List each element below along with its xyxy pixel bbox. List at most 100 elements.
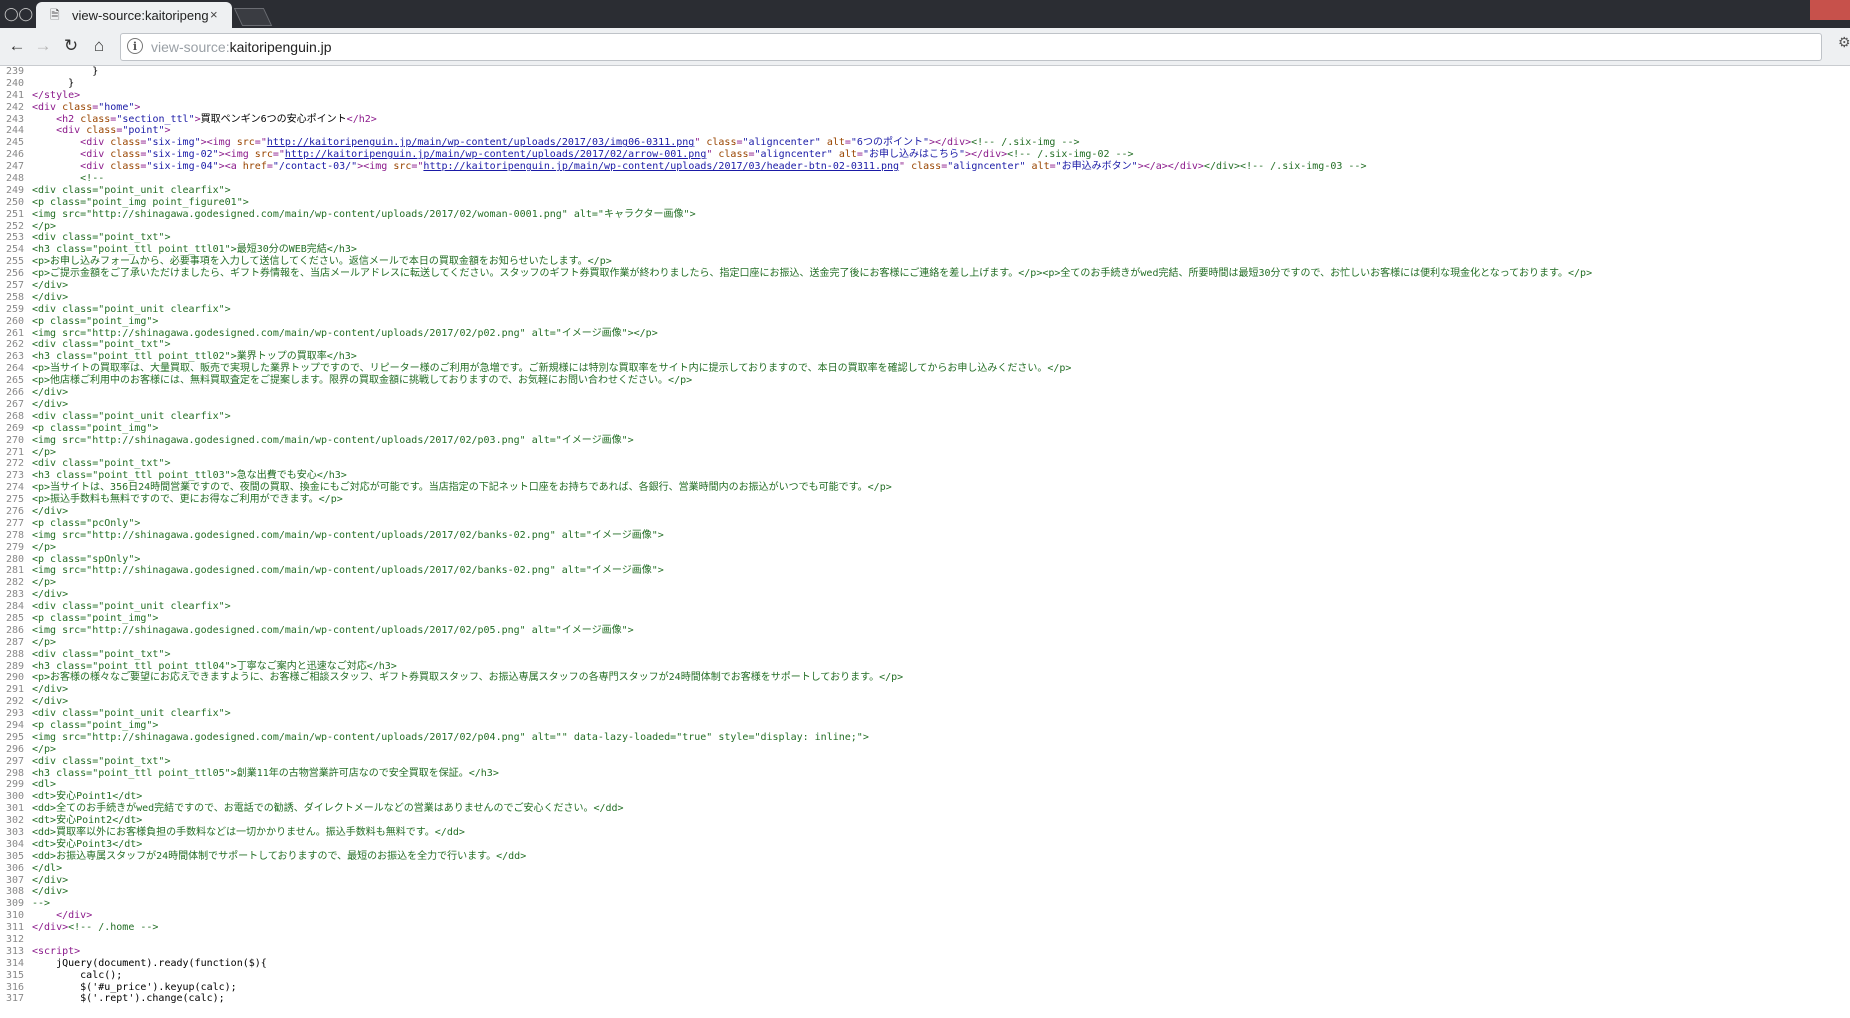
source-line: 307 </div> xyxy=(0,875,1850,887)
window-close-button[interactable] xyxy=(1810,0,1850,20)
line-code: <div class="point_txt"> xyxy=(32,756,170,768)
source-line: 273 <h3 class="point_ttl point_ttl03">急な出… xyxy=(0,470,1850,482)
line-number: 256 xyxy=(5,268,24,280)
source-link[interactable]: http://kaitoripenguin.jp/main/wp-content… xyxy=(423,161,899,172)
code-token: =" xyxy=(254,137,267,149)
line-code: </p> xyxy=(32,577,56,589)
line-number: 249 xyxy=(5,184,24,196)
code-token: "/contact-03/" xyxy=(272,161,358,173)
tab-close-icon[interactable]: × xyxy=(210,7,218,23)
source-line: 243 <h2 class="section_ttl">買取ペンギン6つの安心ポ… xyxy=(0,114,1850,126)
gear-icon[interactable]: ⚙ xyxy=(1838,34,1850,51)
line-code: </div> xyxy=(32,292,68,304)
code-token: <h2 xyxy=(56,113,81,125)
line-number: 300 xyxy=(5,791,24,803)
source-line: 302 <dt>安心Point2</dt> xyxy=(0,815,1850,827)
tab-view-source[interactable]: 🗎 view-source:kaitoripenguin.jp × xyxy=(36,2,232,28)
code-token: "6つのポイント" xyxy=(850,137,929,149)
code-token: <dt>安心Point3</dt> xyxy=(32,838,143,850)
code-token: <h3 class="point_ttl point_ttl04">丁寧なご案内… xyxy=(32,660,397,672)
home-icon[interactable]: ⌂ xyxy=(88,36,110,56)
address-bar[interactable]: i view-source:kaitoripenguin.jp xyxy=(120,33,1822,61)
code-token: class xyxy=(110,137,141,149)
code-token: <p>お客様の様々なご要望にお応えできますように、お客様ご相談スタッフ、ギフト券… xyxy=(32,672,904,684)
line-code: <img src="http://shinagawa.godesigned.co… xyxy=(32,435,634,447)
source-line: 280 <p class="spOnly"> xyxy=(0,554,1850,566)
code-token: <p class="pcOnly"> xyxy=(32,517,141,529)
source-link[interactable]: http://kaitoripenguin.jp/main/wp-content… xyxy=(267,137,694,148)
code-token: "お申込みボタン" xyxy=(1055,161,1138,173)
code-token: alt xyxy=(1031,161,1050,173)
reload-icon[interactable]: ↻ xyxy=(60,36,82,56)
line-code: <div class="point"> xyxy=(32,125,170,137)
source-line: 275 <p>振込手数料も無料ですので、更にお得なご利用ができます。</p> xyxy=(0,494,1850,506)
line-number: 251 xyxy=(5,208,24,220)
line-code: </p> xyxy=(32,447,56,459)
line-number: 284 xyxy=(5,601,24,613)
line-code: <div class="point_unit clearfix"> xyxy=(32,185,231,197)
source-line: 288 <div class="point_txt"> xyxy=(0,649,1850,661)
line-number: 274 xyxy=(5,482,24,494)
line-number: 265 xyxy=(5,375,24,387)
line-code: </p> xyxy=(32,542,56,554)
line-code: <p>振込手数料も無料ですので、更にお得なご利用ができます。</p> xyxy=(32,494,343,506)
line-code: <h3 class="point_ttl point_ttl04">丁寧なご案内… xyxy=(32,661,397,673)
source-line: 295 <img src="http://shinagawa.godesigned… xyxy=(0,732,1850,744)
code-token: </div> xyxy=(32,280,69,292)
line-number: 243 xyxy=(5,113,24,125)
source-line: 282 </p> xyxy=(0,577,1850,589)
code-token: class xyxy=(62,101,93,113)
line-code: </p> xyxy=(32,221,56,233)
code-token: <!-- /.home --> xyxy=(68,922,159,934)
code-token: </div> xyxy=(32,589,69,601)
line-number: 301 xyxy=(5,803,24,815)
line-number: 280 xyxy=(5,553,24,565)
source-line: 253 <div class="point_txt"> xyxy=(0,232,1850,244)
code-token: <img src="http://shinagawa.godesigned.co… xyxy=(32,731,869,743)
line-number: 245 xyxy=(5,137,24,149)
line-code: <div class="point_txt"> xyxy=(32,458,170,470)
code-token: <div class="point_unit clearfix"> xyxy=(32,601,231,613)
code-token: <div xyxy=(32,101,63,113)
code-token: ></div> xyxy=(964,149,1008,161)
line-code: <h3 class="point_ttl point_ttl05">創業11年の… xyxy=(32,768,499,780)
info-icon[interactable]: i xyxy=(127,38,143,54)
line-number: 298 xyxy=(5,767,24,779)
line-number: 314 xyxy=(5,957,24,969)
line-number: 293 xyxy=(5,708,24,720)
line-code: </div><!-- /.home --> xyxy=(32,922,158,934)
source-link[interactable]: http://kaitoripenguin.jp/main/wp-content… xyxy=(285,149,706,160)
line-code: <p>他店様ご利用中のお客様には、無料買取査定をご提案します。限界の買取金額に挑… xyxy=(32,375,692,387)
code-token: </div> xyxy=(56,910,93,922)
line-number: 252 xyxy=(5,220,24,232)
line-number: 295 xyxy=(5,731,24,743)
line-code: </p> xyxy=(32,637,56,649)
line-number: 311 xyxy=(5,922,24,934)
code-token: <!-- /.six-img --> xyxy=(971,137,1080,149)
code-token: </div> xyxy=(32,696,69,708)
source-line: 277 <p class="pcOnly"> xyxy=(0,518,1850,530)
code-token: <div class="point_unit clearfix"> xyxy=(32,708,231,720)
line-number: 286 xyxy=(5,624,24,636)
source-line: 244 <div class="point"> xyxy=(0,125,1850,137)
source-line: 309 --> xyxy=(0,898,1850,910)
line-code: <div class="point_unit clearfix"> xyxy=(32,304,231,316)
source-line: 310 </div> xyxy=(0,910,1850,922)
source-line: 249 <div class="point_unit clearfix"> xyxy=(0,185,1850,197)
line-number: 258 xyxy=(5,291,24,303)
forward-arrow-icon[interactable]: → xyxy=(32,36,54,56)
code-token: <h3 class="point_ttl point_ttl01">最短30分の… xyxy=(32,244,357,256)
source-line: 289 <h3 class="point_ttl point_ttl04">丁寧な… xyxy=(0,661,1850,673)
line-number: 279 xyxy=(5,541,24,553)
line-number: 278 xyxy=(5,529,24,541)
line-code: <p>お客様の様々なご要望にお応えできますように、お客様ご相談スタッフ、ギフト券… xyxy=(32,672,903,684)
source-view: 239 } 240 } 241 </style> 242 <div class="home… xyxy=(0,66,1850,1018)
back-arrow-icon[interactable]: ← xyxy=(6,36,28,56)
line-code: </div> xyxy=(32,886,68,898)
new-tab-button[interactable] xyxy=(233,8,273,26)
code-token: <h3 class="point_ttl point_ttl03">急な出費でも… xyxy=(32,470,347,482)
code-token: <dt>安心Point2</dt> xyxy=(32,815,143,827)
source-line: 299 <dl> xyxy=(0,779,1850,791)
line-number: 255 xyxy=(5,256,24,268)
line-code: </style> xyxy=(32,90,80,102)
